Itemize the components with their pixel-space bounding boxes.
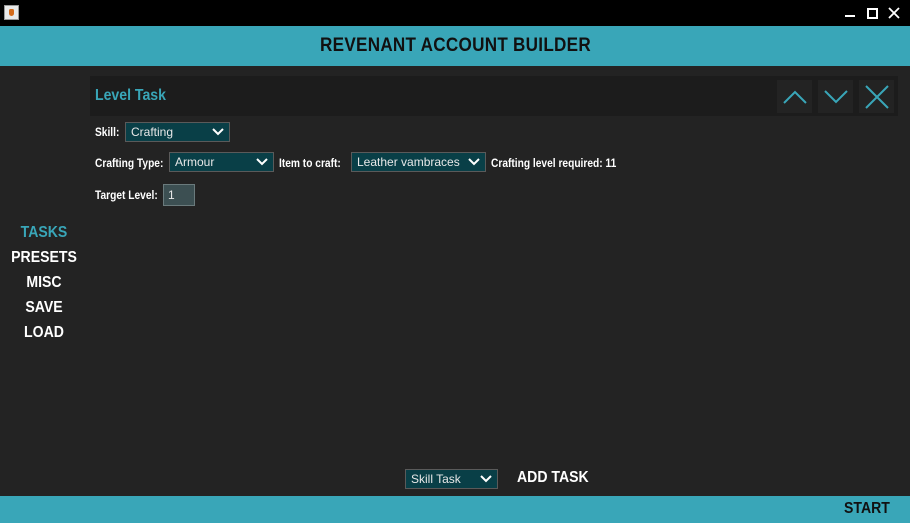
move-down-button[interactable] [818, 80, 853, 113]
task-title: Level Task [95, 87, 166, 104]
chevron-up-icon [782, 90, 807, 104]
crafting-type-select-value: Armour [175, 155, 215, 169]
chevron-down-icon [823, 89, 848, 103]
footer-bar: START [0, 496, 910, 523]
move-up-button[interactable] [777, 80, 812, 113]
item-to-craft-label: Item to craft: [279, 156, 341, 170]
crafting-type-row: Crafting Type: [95, 152, 175, 174]
remove-icon [864, 84, 889, 109]
sidebar-item-misc[interactable]: MISC [5, 270, 82, 295]
crafting-type-label: Crafting Type: [95, 156, 164, 170]
maximize-button[interactable] [862, 3, 882, 23]
skill-select-value: Crafting [131, 125, 174, 139]
sidebar-item-presets[interactable]: PRESETS [5, 245, 82, 270]
task-header: Level Task [90, 76, 898, 116]
task-type-select[interactable]: Skill Task [405, 469, 498, 489]
chevron-down-icon [256, 158, 268, 166]
sidebar-item-tasks[interactable]: TASKS [5, 220, 82, 245]
level-required-wrap: Crafting level required: 11 [491, 152, 638, 174]
maximize-icon [866, 7, 878, 19]
target-level-label: Target Level: [95, 188, 158, 202]
java-app-icon [4, 5, 19, 20]
app-title: REVENANT ACCOUNT BUILDER [319, 35, 591, 56]
target-level-input[interactable]: 1 [163, 184, 195, 206]
remove-task-button[interactable] [859, 80, 894, 113]
close-icon [888, 7, 900, 19]
chevron-down-icon [480, 475, 492, 483]
skill-label: Skill: [95, 125, 120, 139]
start-button[interactable]: START [844, 500, 890, 518]
sidebar-item-load[interactable]: LOAD [5, 320, 82, 345]
skill-row: Skill: [95, 121, 124, 143]
skill-select[interactable]: Crafting [125, 122, 230, 142]
crafting-type-select[interactable]: Armour [169, 152, 274, 172]
sidebar: TASKS PRESETS MISC SAVE LOAD [0, 220, 88, 345]
app-header: REVENANT ACCOUNT BUILDER [0, 26, 910, 66]
item-to-craft-select[interactable]: Leather vambraces [351, 152, 486, 172]
item-label-wrap: Item to craft: [279, 152, 352, 174]
chevron-down-icon [468, 158, 480, 166]
sidebar-item-save[interactable]: SAVE [5, 295, 82, 320]
task-type-select-value: Skill Task [411, 472, 461, 486]
title-bar [0, 0, 910, 26]
target-level-row: Target Level: [95, 184, 169, 206]
item-to-craft-select-value: Leather vambraces [357, 155, 460, 169]
close-window-button[interactable] [884, 3, 904, 23]
add-task-button[interactable]: ADD TASK [517, 469, 589, 487]
crafting-level-required: Crafting level required: 11 [491, 156, 617, 170]
chevron-down-icon [212, 128, 224, 136]
minimize-icon [845, 15, 855, 17]
minimize-button[interactable] [840, 3, 860, 23]
